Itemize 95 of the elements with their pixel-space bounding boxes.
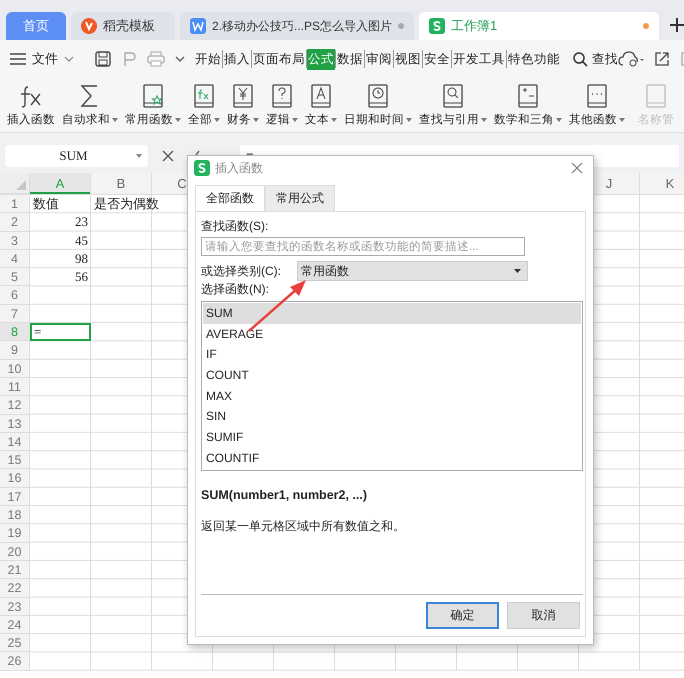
menu-tab[interactable]: 开始: [194, 48, 222, 70]
column-header[interactable]: B: [91, 173, 152, 194]
search-icon: [573, 52, 588, 66]
row-header[interactable]: 2: [0, 213, 30, 232]
row-header[interactable]: 7: [0, 304, 30, 324]
function-signature: SUM(number1, number2, ...): [201, 488, 367, 502]
ribbon-button[interactable]: 查找与引用: [416, 81, 490, 129]
row-header[interactable]: 25: [0, 634, 30, 652]
table-cell-text: 是否为偶数: [94, 195, 159, 213]
table-cell: 45: [75, 232, 88, 250]
row-header[interactable]: 13: [0, 414, 30, 433]
dialog-tab[interactable]: 全部函数: [195, 185, 265, 211]
spreadsheet-icon: [429, 18, 445, 34]
row-header[interactable]: 10: [0, 360, 30, 378]
ribbon-button[interactable]: 常用函数: [122, 81, 184, 129]
function-item[interactable]: SIN: [203, 406, 581, 428]
row-header[interactable]: 16: [0, 469, 30, 488]
ribbon-button[interactable]: 自动求和: [59, 81, 121, 129]
row-header[interactable]: 22: [0, 579, 30, 598]
ribbon-button[interactable]: 日期和时间: [341, 81, 415, 129]
ribbon-button[interactable]: 全部: [185, 81, 223, 129]
row-header[interactable]: 5: [0, 268, 30, 286]
function-item[interactable]: COUNTIF: [203, 448, 581, 468]
table-cell-text: 98: [75, 250, 88, 268]
ribbon-button[interactable]: 文本: [302, 81, 340, 129]
caret-icon: [514, 269, 521, 273]
function-item[interactable]: IF: [203, 344, 581, 366]
row-header[interactable]: 14: [0, 432, 30, 452]
field-label: 选择函数(N):: [201, 281, 269, 298]
row-header[interactable]: 21: [0, 560, 30, 580]
table-cell-text: 23: [75, 213, 88, 232]
menu-tab[interactable]: 开发工具: [452, 48, 506, 70]
flame-icon: [81, 18, 97, 34]
cancel-button[interactable]: 取消: [507, 602, 580, 629]
row-header[interactable]: 18: [0, 506, 30, 524]
row-header[interactable]: 20: [0, 542, 30, 561]
menu-tab[interactable]: 视图: [394, 48, 422, 70]
row-header[interactable]: 4: [0, 250, 30, 268]
row-header[interactable]: 26: [0, 652, 30, 671]
menu-icon: [10, 53, 26, 65]
row-header[interactable]: 1: [0, 195, 30, 214]
cell-cursor[interactable]: =: [30, 323, 91, 342]
row-header[interactable]: 15: [0, 451, 30, 470]
row-header[interactable]: 12: [0, 396, 30, 415]
share-icon[interactable]: [654, 51, 670, 67]
menu-tab[interactable]: 数据: [336, 48, 364, 70]
row-header[interactable]: 6: [0, 286, 30, 305]
file-menu[interactable]: 文件: [6, 47, 78, 71]
table-cell: 56: [75, 268, 88, 286]
menu-tab[interactable]: 页面布局: [252, 48, 306, 70]
function-item[interactable]: COUNT: [203, 365, 581, 386]
cloud-icon[interactable]: [618, 51, 644, 67]
column-header[interactable]: K: [640, 173, 684, 194]
search-field[interactable]: 请输入您要查找的函数名称或函数功能的简要描述...: [201, 237, 525, 256]
field-label: 查找函数(S):: [201, 218, 268, 235]
caret-icon: [136, 154, 142, 158]
chevron-icon: [64, 56, 74, 62]
table-cell-text: 数值: [33, 195, 59, 213]
dialog-tab[interactable]: 常用公式: [265, 185, 335, 211]
row-header[interactable]: 11: [0, 378, 30, 396]
ribbon-button[interactable]: 插入函数: [4, 81, 58, 129]
new-tab-icon[interactable]: [670, 18, 684, 32]
more-icon[interactable]: [175, 55, 185, 63]
ribbon-button[interactable]: 数学和三角: [491, 81, 565, 129]
function-item[interactable]: SUM: [203, 303, 581, 324]
function-item[interactable]: SUMIF: [203, 427, 581, 448]
field-label: 或选择类别(C):: [201, 262, 281, 280]
row-header[interactable]: 23: [0, 598, 30, 616]
document-icon: [190, 18, 206, 34]
row-header[interactable]: 17: [0, 488, 30, 506]
row-header[interactable]: 24: [0, 616, 30, 634]
name-box[interactable]: SUM: [5, 145, 148, 167]
function-item[interactable]: AVERAGE: [203, 324, 581, 344]
spreadsheet-icon: [194, 160, 210, 176]
row-header[interactable]: 3: [0, 232, 30, 250]
ribbon-button[interactable]: 逻辑: [263, 81, 301, 129]
close-icon[interactable]: [571, 162, 583, 174]
category-dropdown[interactable]: 常用函数: [297, 261, 528, 281]
ribbon-button[interactable]: 其他函数: [566, 81, 628, 129]
ribbon-button[interactable]: 财务: [224, 81, 262, 129]
function-item[interactable]: MAX: [203, 386, 581, 406]
menu-tab[interactable]: 安全: [423, 48, 451, 70]
save-icon[interactable]: [95, 51, 111, 67]
menu-tab[interactable]: 特色功能: [507, 48, 561, 70]
menu-tab[interactable]: 审阅: [365, 48, 393, 70]
find-button[interactable]: 查找: [573, 50, 618, 68]
menu-tab[interactable]: 插入: [223, 48, 251, 70]
document-tab[interactable]: 稻壳模板: [71, 12, 175, 40]
row-header[interactable]: 9: [0, 341, 30, 360]
function-description: 返回某一单元格区域中所有数值之和。: [201, 518, 405, 534]
row-header[interactable]: 19: [0, 524, 30, 543]
table-cell: =: [34, 325, 42, 340]
document-tab[interactable]: 2.移动办公技巧...PS怎么导入图片: [180, 12, 414, 40]
ok-button[interactable]: 确定: [426, 602, 499, 629]
cancel-icon[interactable]: [162, 150, 174, 162]
